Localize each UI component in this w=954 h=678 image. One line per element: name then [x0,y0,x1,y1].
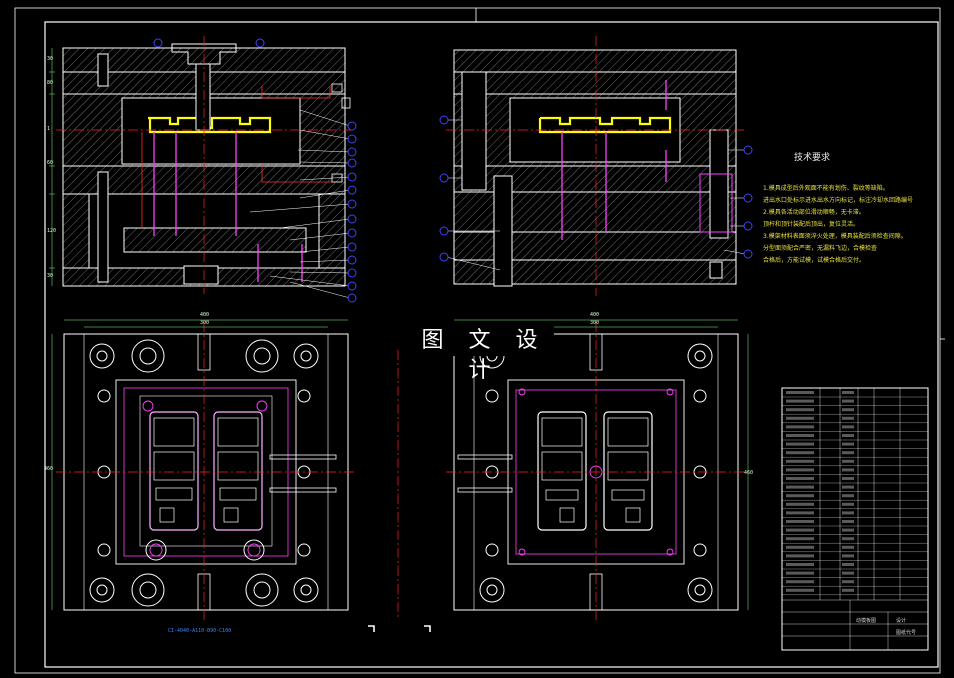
bom-row-text-placeholder [786,425,814,429]
tech-note: 3.模架材料表面须淬火处理，模具装配后须检查间隙。 [763,233,907,240]
mold-code-label: CI-4040-A110-B90-C100 [168,628,232,634]
dim-inner-width-right: 300 [590,320,600,326]
bom-row-text-placeholder [786,485,814,489]
bom-row-text-placeholder [842,416,854,420]
dim-inner-width-left: 300 [200,320,210,326]
bom-row-text-placeholder [842,408,854,412]
dim-top-left: 60 [47,160,54,166]
tech-note: 2.模具各活动部位滑动顺畅，无卡滞。 [763,209,865,216]
bom-row-text-placeholder [842,434,854,437]
bom-row-text-placeholder [786,408,814,412]
bom-row-text-placeholder [786,588,814,592]
dim-top-left: 30 [47,273,54,279]
bom-row-text-placeholder [786,459,814,463]
dim-top-left: 80 [47,80,54,86]
bom-row-text-placeholder [842,391,854,394]
dim-plate-width-right: 400 [590,312,600,318]
bom-row-text-placeholder [786,520,814,523]
bom-row-text-placeholder [786,391,814,394]
title-block-designer: 设计 [896,618,907,624]
bom-row-text-placeholder [842,442,854,446]
title-block-name: 动模板图 [856,618,877,624]
bom-row-text-placeholder [786,442,814,446]
bom-row-text-placeholder [786,571,814,575]
tech-note: 分型面须配合严密，无漏料飞边，合模检查 [763,245,878,252]
dim-plate-height-left: 460 [44,466,54,472]
bom-row-text-placeholder [842,520,854,523]
bom-row-text-placeholder [842,399,854,403]
bom-row-text-placeholder [786,580,814,584]
bom-row-text-placeholder [842,511,854,515]
bom-row-text-placeholder [786,563,814,566]
tech-note: 顶杆和顶针装配后顶出，复位灵活。 [763,221,860,228]
bom-row-text-placeholder [842,545,854,549]
title-block [781,387,929,651]
bom-row-text-placeholder [842,477,854,480]
bom-row-text-placeholder [842,528,854,532]
tech-note: 1.模具成型后外观面不能有划伤、裂纹等缺陷。 [763,185,889,192]
bom-row-text-placeholder [842,468,854,472]
dim-top-left: 1 [47,126,51,132]
tech-note: 合格后，方能试模，试模合格后交付。 [763,257,866,264]
bom-row-text-placeholder [842,425,854,429]
bom-row-text-placeholder [842,459,854,463]
bom-row-text-placeholder [786,511,814,515]
bom-row-text-placeholder [786,528,814,532]
watermark-text: 图 文 设 计 [414,326,554,383]
tech-requirements-title: 技术要求 [794,153,831,163]
bom-row-text-placeholder [842,494,854,498]
bom-row-text-placeholder [842,588,854,592]
plan-view-right [368,319,749,632]
title-block-drawing-no: 图纸代号 [896,630,917,636]
bom-row-text-placeholder [842,580,854,584]
tech-note: 进出水口处标示进水出水方向标记，标注冷却水回路编号。 [763,197,913,204]
tech-requirements-list: 1.模具成型后外观面不能有划伤、裂纹等缺陷。 进出水口处标示进水出水方向标记，标… [763,183,913,267]
dim-top-left: 120 [47,228,57,234]
bom-row-text-placeholder [842,451,854,455]
bom-row-text-placeholder [842,485,854,489]
bom-row-text-placeholder [786,494,814,498]
bom-row-text-placeholder [786,502,814,506]
dim-plate-width-left: 400 [200,312,210,318]
bom-row-text-placeholder [786,399,814,403]
bom-row-text-placeholder [786,468,814,472]
bom-row-text-placeholder [786,434,814,437]
dim-top-left: 30 [47,56,54,62]
bom-row-text-placeholder [786,477,814,480]
bom-row-text-placeholder [786,451,814,455]
bom-row-text-placeholder [842,563,854,566]
dim-plate-height-right: 460 [744,470,754,476]
section-view-right [439,36,753,296]
section-view-left [49,36,357,303]
bom-row-text-placeholder [786,416,814,420]
bom-row-text-placeholder [786,537,814,541]
bom-row-text-placeholder [842,554,854,558]
bom-row-text-placeholder [842,537,854,541]
bom-row-text-placeholder [786,545,814,549]
bom-row-text-placeholder [842,571,854,575]
bom-row-text-placeholder [842,502,854,506]
bom-row-text-placeholder [786,554,814,558]
plan-view-left [51,319,354,620]
